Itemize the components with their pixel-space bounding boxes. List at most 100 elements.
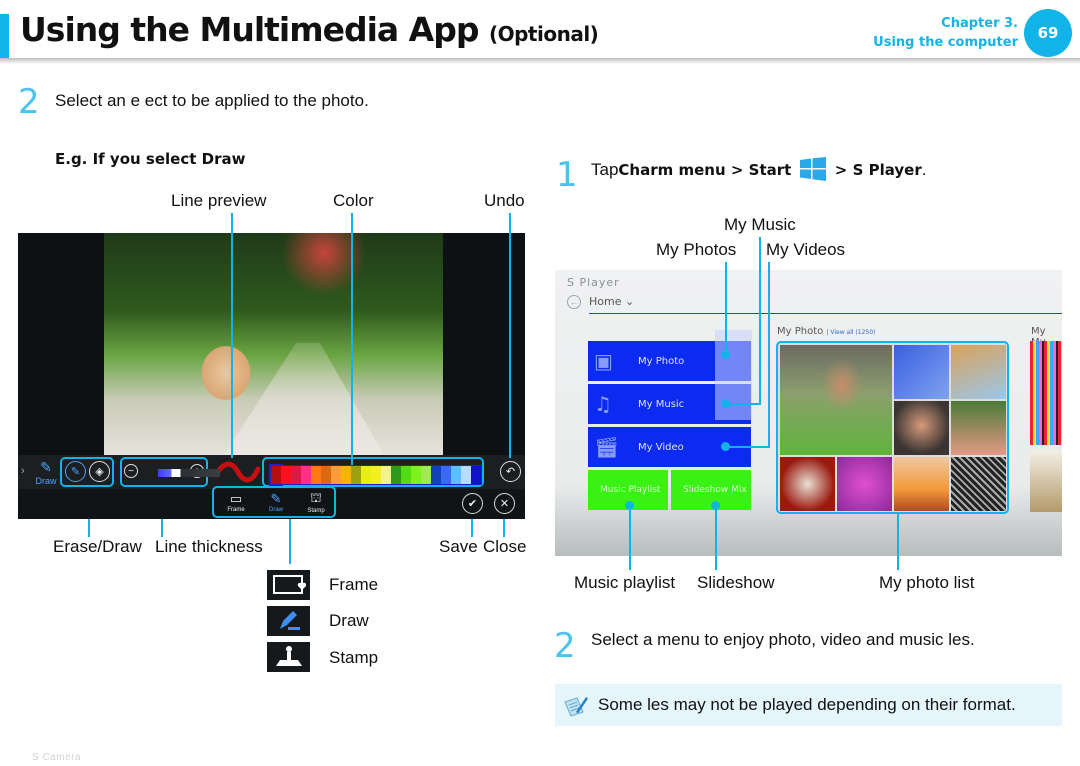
photo-thumbnail[interactable] (894, 457, 949, 511)
photo-grid (776, 341, 1009, 514)
color-swatch[interactable] (301, 466, 311, 484)
app-name: S Player (567, 276, 620, 289)
color-swatch[interactable] (401, 466, 411, 484)
color-swatch[interactable] (411, 466, 421, 484)
highlight-overlay (715, 330, 752, 420)
save-button[interactable]: ✔ (462, 493, 483, 514)
back-button[interactable]: ← (567, 295, 581, 309)
s-camera-screenshot: › ✎ Draw ✎ ◈ − + ↶ S Camera ✔ ✕ ▭Frame ✎… (18, 233, 525, 763)
undo-icon: ↶ (505, 466, 516, 478)
photo-thumbnail[interactable] (780, 345, 892, 455)
color-swatch[interactable] (269, 464, 283, 486)
legend-draw-label: Draw (329, 611, 369, 630)
chevron-right-icon[interactable]: › (21, 465, 25, 477)
chapter-number: Chapter 3. (941, 16, 1018, 31)
legend-draw-icon (267, 606, 310, 636)
album-art[interactable] (1030, 341, 1062, 445)
callout-line (768, 262, 770, 448)
nav-underline (589, 313, 1062, 314)
legend-frame-label: Frame (329, 575, 379, 594)
color-palette[interactable] (269, 464, 482, 486)
color-swatch[interactable] (281, 466, 291, 484)
legend-frame-icon (267, 570, 310, 600)
color-swatch[interactable] (431, 466, 441, 484)
step-number: 2 (554, 626, 576, 666)
callout-save: Save (439, 537, 478, 556)
side-draw-tool[interactable]: ✎ Draw (32, 459, 60, 487)
color-swatch[interactable] (331, 466, 341, 484)
step-1-end: . (921, 160, 927, 179)
erase-mode-button[interactable]: ◈ (89, 461, 110, 482)
close-button[interactable]: ✕ (494, 493, 515, 514)
step-1-suffix: > S Player (834, 161, 922, 179)
color-swatch[interactable] (311, 466, 321, 484)
tab-stamp[interactable]: ⛫ Stamp (299, 490, 333, 514)
callout-line (231, 213, 233, 458)
tile-music-playlist-label: Music Playlist (600, 485, 661, 495)
callout-line (725, 262, 727, 354)
side-draw-label: Draw (35, 476, 57, 486)
tab-stamp-label: Stamp (307, 508, 325, 514)
color-swatch[interactable] (381, 466, 391, 484)
close-icon: ✕ (499, 498, 510, 510)
view-all-link[interactable]: | View all (1250) (826, 329, 875, 336)
s-player-screenshot: S Player ← Home ⌄ ▣ My Photo ♫ My Music 🎬︎… (555, 270, 1062, 556)
color-swatch[interactable] (451, 466, 461, 484)
color-swatch[interactable] (351, 466, 361, 484)
photo-thumbnail[interactable] (894, 401, 949, 455)
color-swatch[interactable] (291, 466, 301, 484)
draw-icon (279, 611, 300, 630)
callout-music-playlist: Music playlist (574, 573, 676, 592)
callout-line (161, 519, 163, 537)
callout-line (289, 519, 291, 564)
photo-thumbnail[interactable] (837, 457, 892, 511)
color-swatch[interactable] (461, 466, 471, 484)
photo-thumbnail[interactable] (951, 401, 1006, 455)
tab-frame[interactable]: ▭ Frame (219, 491, 253, 513)
callout-line (503, 519, 505, 537)
color-swatch[interactable] (341, 466, 351, 484)
undo-button[interactable]: ↶ (500, 461, 521, 482)
home-label: Home (589, 295, 622, 308)
music-icon: ♫ (594, 392, 612, 416)
title-accent-bar (0, 14, 9, 58)
color-swatch[interactable] (471, 466, 481, 484)
callout-line (727, 446, 770, 448)
callout-line (759, 237, 761, 405)
color-swatch[interactable] (421, 466, 431, 484)
callout-line (629, 505, 631, 570)
color-swatch[interactable] (391, 466, 401, 484)
album-art[interactable] (1030, 450, 1062, 512)
tile-my-photo-label: My Photo (638, 355, 685, 367)
step-number: 2 (18, 82, 40, 122)
color-swatch[interactable] (361, 466, 371, 484)
callout-dot (721, 442, 730, 451)
pen-icon: ✎ (40, 459, 52, 475)
home-dropdown[interactable]: Home ⌄ (589, 295, 634, 308)
color-swatch[interactable] (371, 466, 381, 484)
callout-dot (721, 399, 730, 408)
line-thickness-slider[interactable] (158, 469, 220, 477)
callout-close: Close (483, 537, 527, 556)
step-number: 1 (556, 155, 578, 195)
color-swatch[interactable] (321, 466, 331, 484)
photo-thumbnail[interactable] (951, 457, 1006, 511)
callout-line (727, 403, 761, 405)
eraser-icon: ◈ (95, 466, 104, 478)
page-title: Using the Multimedia App (Optional) (20, 10, 599, 49)
tool-tabs: ▭ Frame ✎ Draw ⛫ Stamp (216, 487, 336, 517)
callout-line (351, 213, 353, 465)
step-1-path: Charm menu > Start (618, 161, 792, 179)
photo-thumbnail[interactable] (951, 345, 1006, 399)
check-icon: ✔ (467, 498, 478, 510)
draw-mode-button[interactable]: ✎ (65, 461, 86, 482)
header-divider (0, 58, 1080, 64)
photo-thumbnail[interactable] (780, 457, 835, 511)
photo-thumbnail[interactable] (894, 345, 949, 399)
color-swatch[interactable] (441, 466, 451, 484)
decrease-thickness-button[interactable]: − (124, 464, 138, 478)
tab-draw[interactable]: ✎ Draw (259, 491, 293, 513)
callout-dot (721, 350, 730, 359)
page-title-suffix: (Optional) (488, 22, 599, 46)
callout-undo: Undo (484, 191, 525, 210)
